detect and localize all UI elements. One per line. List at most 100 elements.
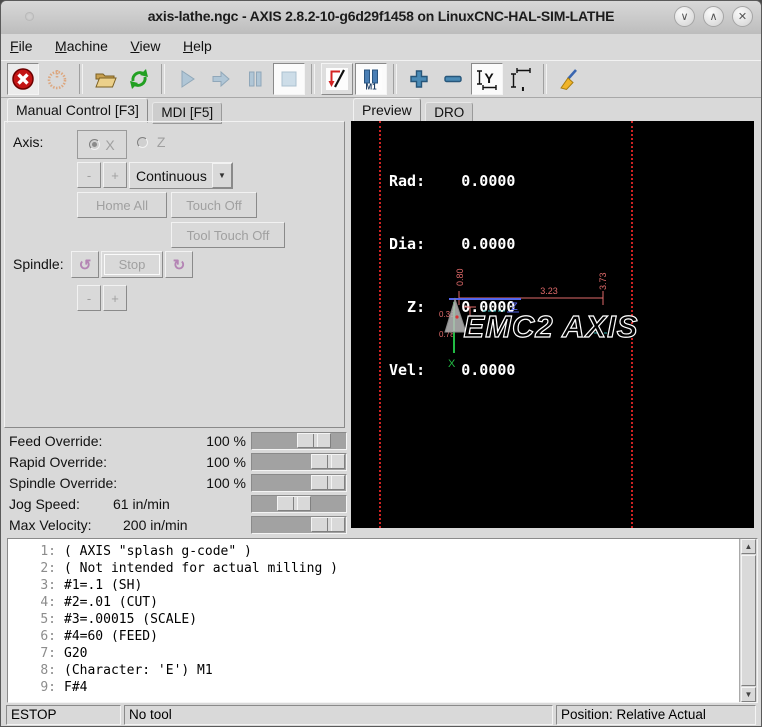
- tab-manual-control[interactable]: Manual Control [F3]: [7, 98, 148, 123]
- gcode-line[interactable]: 3:#1=.1 (SH): [8, 577, 739, 594]
- skip-lines-button[interactable]: [321, 63, 353, 95]
- open-file-icon: [93, 67, 117, 91]
- scroll-thumb[interactable]: [741, 555, 756, 686]
- feed-override-value: 100 %: [113, 433, 246, 449]
- gcode-listing[interactable]: 1:( AXIS "splash g-code" ) 2:( Not inten…: [7, 538, 758, 703]
- menu-machine[interactable]: Machine: [46, 34, 117, 57]
- close-button[interactable]: ✕: [732, 6, 753, 27]
- svg-text:Y: Y: [484, 70, 494, 86]
- axis-x-radio[interactable]: X: [77, 130, 127, 159]
- toolbar-separator: [543, 64, 547, 94]
- spindle-minus-button[interactable]: -: [77, 285, 101, 311]
- menu-file[interactable]: File: [1, 34, 42, 57]
- dim-width-label: 3.23: [540, 286, 558, 296]
- machine-power-button[interactable]: [41, 63, 73, 95]
- spindle-plus-button[interactable]: +: [103, 285, 127, 311]
- zoom-in-button[interactable]: [403, 63, 435, 95]
- window-title: axis-lathe.ngc - AXIS 2.8.2-10-g6d29f145…: [1, 8, 761, 24]
- gcode-line[interactable]: 8:(Character: 'E') M1: [8, 662, 739, 679]
- spindle-stop-button[interactable]: Stop: [101, 251, 163, 278]
- jog-mode-combobox[interactable]: Continuous ▼: [129, 162, 233, 189]
- maximize-button[interactable]: ∧: [703, 6, 724, 27]
- spindle-cw-button[interactable]: ↻: [165, 251, 193, 278]
- view-y-icon: Y: [475, 67, 499, 91]
- left-tab-bar: Manual Control [F3] MDI [F5]: [7, 98, 222, 123]
- stop-button[interactable]: [273, 63, 305, 95]
- spindle-override-slider[interactable]: [251, 474, 347, 492]
- zoom-out-button[interactable]: [437, 63, 469, 95]
- reload-file-button[interactable]: [123, 63, 155, 95]
- spindle-ccw-icon: ↺: [79, 256, 92, 274]
- menu-help[interactable]: Help: [174, 34, 221, 57]
- scroll-down-icon[interactable]: ▼: [741, 687, 756, 702]
- view-y-button[interactable]: Y: [471, 63, 503, 95]
- combo-arrow-icon[interactable]: ▼: [212, 163, 232, 188]
- home-all-button[interactable]: Home All: [77, 192, 167, 218]
- spindle-override-row: Spindle Override: 100 %: [1, 473, 348, 494]
- dim-top-label: 0.80: [455, 268, 465, 286]
- minimize-button[interactable]: ∨: [674, 6, 695, 27]
- gcode-line[interactable]: 6:#4=60 (FEED): [8, 628, 739, 645]
- slider-handle[interactable]: [311, 517, 345, 532]
- axis-z-label: Z: [157, 134, 166, 150]
- main-area: Manual Control [F3] MDI [F5] Axis: X Z -…: [1, 98, 762, 538]
- slider-handle[interactable]: [311, 475, 345, 490]
- toolbar-separator: [161, 64, 165, 94]
- open-file-button[interactable]: [89, 63, 121, 95]
- gcode-scrollbar[interactable]: ▲ ▼: [739, 539, 757, 702]
- estop-button[interactable]: [7, 63, 39, 95]
- zoom-in-icon: [407, 67, 431, 91]
- jog-mode-value: Continuous: [136, 168, 207, 184]
- gcode-line[interactable]: 2:( Not intended for actual milling ): [8, 560, 739, 577]
- status-position: Position: Relative Actual: [556, 705, 756, 725]
- scroll-up-icon[interactable]: ▲: [741, 539, 756, 554]
- gcode-line[interactable]: 5:#3=.00015 (SCALE): [8, 611, 739, 628]
- spindle-ccw-button[interactable]: ↺: [71, 251, 99, 278]
- jog-minus-button[interactable]: -: [77, 162, 101, 188]
- jog-speed-slider[interactable]: [251, 495, 347, 513]
- stop-icon: [277, 67, 301, 91]
- feed-override-slider[interactable]: [251, 432, 347, 450]
- gcode-line[interactable]: 7:G20: [8, 645, 739, 662]
- toolbar-separator: [393, 64, 397, 94]
- rapid-override-label: Rapid Override:: [9, 454, 107, 470]
- feed-override-label: Feed Override:: [9, 433, 102, 449]
- menu-view[interactable]: View: [121, 34, 169, 57]
- toolbar: M1 Y: [1, 60, 761, 98]
- toolbar-separator: [311, 64, 315, 94]
- run-button[interactable]: [171, 63, 203, 95]
- max-velocity-slider[interactable]: [251, 516, 347, 534]
- jog-plus-button[interactable]: +: [103, 162, 127, 188]
- rapid-override-slider[interactable]: [251, 453, 347, 471]
- slider-handle[interactable]: [311, 454, 345, 469]
- gcode-line[interactable]: 4:#2=.01 (CUT): [8, 594, 739, 611]
- optional-stop-button[interactable]: M1: [355, 63, 387, 95]
- title-bar[interactable]: axis-lathe.ngc - AXIS 2.8.2-10-g6d29f145…: [1, 1, 761, 35]
- clear-plot-button[interactable]: [553, 63, 585, 95]
- tool-touch-off-button[interactable]: Tool Touch Off: [171, 222, 285, 248]
- jog-speed-value: 61 in/min: [113, 496, 253, 512]
- axis-z-radio[interactable]: Z: [137, 134, 165, 150]
- skip-lines-icon: [325, 67, 349, 91]
- machine-power-icon: [45, 67, 69, 91]
- touch-off-button[interactable]: Touch Off: [171, 192, 257, 218]
- slider-handle[interactable]: [297, 433, 331, 448]
- max-velocity-value: 200 in/min: [123, 517, 263, 533]
- gcode-line[interactable]: 1:( AXIS "splash g-code" ): [8, 543, 739, 560]
- max-velocity-label: Max Velocity:: [9, 517, 91, 533]
- estop-icon: [11, 67, 35, 91]
- preview-canvas[interactable]: Rad: 0.0000 Dia: 0.0000 Z: 0.0000 Vel: 0…: [351, 121, 754, 528]
- menu-bar: File Machine View Help: [1, 34, 761, 61]
- pause-button[interactable]: [239, 63, 271, 95]
- view-y-flipped-button[interactable]: Y: [505, 63, 537, 95]
- tab-preview[interactable]: Preview: [353, 98, 421, 123]
- jog-speed-label: Jog Speed:: [9, 496, 80, 512]
- clear-plot-icon: [557, 67, 581, 91]
- view-y-flipped-icon: Y: [509, 67, 533, 91]
- spindle-override-label: Spindle Override:: [9, 475, 117, 491]
- slider-handle[interactable]: [277, 496, 311, 511]
- gcode-line[interactable]: 9:F#4: [8, 679, 739, 696]
- axis-label: Axis:: [13, 134, 43, 150]
- override-sliders: Feed Override: 100 % Rapid Override: 100…: [1, 431, 348, 538]
- step-button[interactable]: [205, 63, 237, 95]
